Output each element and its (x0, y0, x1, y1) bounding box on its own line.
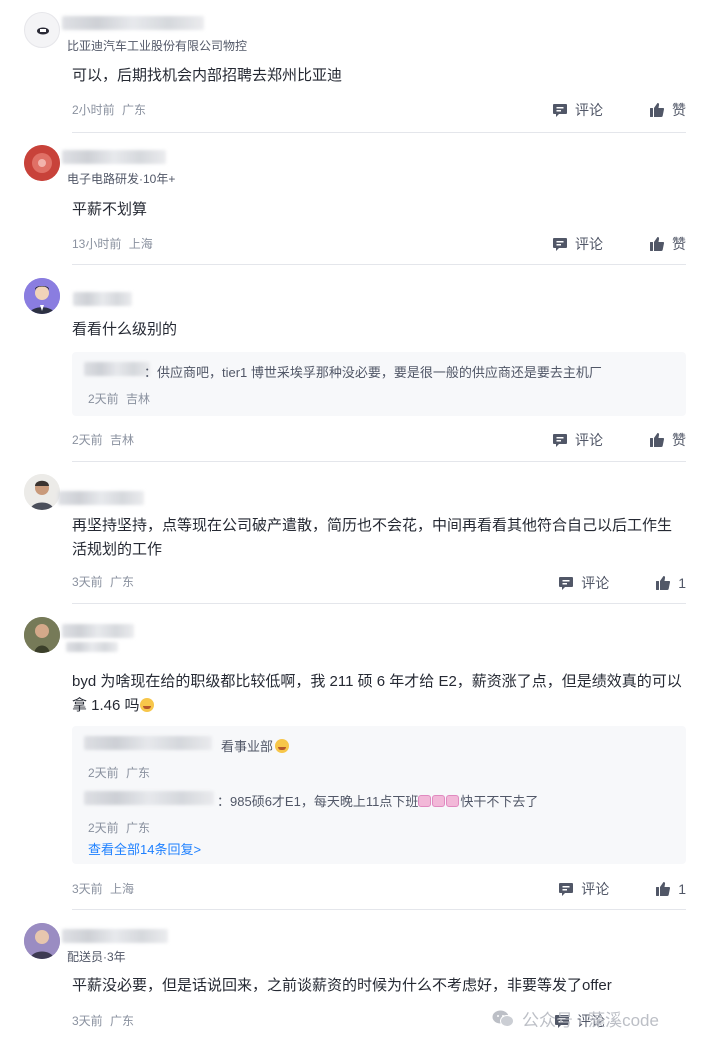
comment-meta: 3天前 上海 (72, 880, 134, 897)
emoji-icon (275, 739, 290, 753)
comment-actions: 评论 赞 (552, 100, 686, 120)
thumb-up-icon (656, 882, 671, 897)
divider (72, 909, 686, 910)
reply-text: ：985硕6才E1，每天晚上11点下班 快干不下去了 (217, 794, 539, 809)
comment-time: 3天前 (72, 575, 103, 589)
reply-username-blurred[interactable] (84, 791, 214, 805)
like-button[interactable]: 1 (655, 575, 686, 591)
divider (72, 603, 686, 604)
reply-text: ：供应商吧，tier1 博世采埃孚那种没必要，要是很一般的供应商还是要去主机厂 (144, 365, 602, 380)
comment-icon (553, 104, 567, 117)
divider (72, 264, 686, 265)
comment-meta: 2天前 吉林 (72, 431, 134, 448)
emoji-icon (446, 795, 460, 807)
user-tagline: 配送员·3年 (67, 950, 126, 964)
comment-text: 看看什么级别的 (72, 321, 178, 338)
comment-location: 广东 (122, 103, 147, 117)
thumb-up-icon (650, 433, 665, 448)
comment-location: 上海 (110, 882, 135, 896)
reply-button[interactable]: 评论 (552, 430, 603, 450)
comment-meta: 13小时前 上海 (72, 235, 153, 252)
watermark: 公众号 · 藻溪code (492, 1006, 659, 1031)
comment-time: 13小时前 (72, 237, 122, 251)
comment-meta: 3天前 广东 (72, 1012, 134, 1029)
comment-actions: 评论 赞 (552, 234, 686, 254)
emoji-icon (139, 698, 154, 712)
comment-location: 上海 (128, 237, 153, 251)
comment-time: 2天前 (72, 433, 103, 447)
reply-meta: 2天前 吉林 (88, 392, 151, 406)
reply-username-blurred[interactable] (84, 362, 150, 376)
avatar[interactable] (24, 278, 60, 314)
like-button[interactable]: 1 (655, 881, 686, 897)
reply-meta: 2天前 广东 (88, 766, 151, 780)
like-button[interactable]: 赞 (649, 234, 686, 254)
comment-actions: 评论 1 (558, 573, 686, 593)
like-count: 1 (678, 575, 686, 591)
comment-text: 平薪没必要，但是话说回来，之前谈薪资的时候为什么不考虑好，非要等发了offer (72, 977, 612, 994)
thumb-up-icon (650, 237, 665, 252)
avatar[interactable] (24, 617, 60, 653)
comment-location: 吉林 (110, 433, 135, 447)
reply-box: 看事业部 2天前 广东 ：985硕6才E1，每天晚上11点下班 快干不下去了 2天… (72, 726, 686, 864)
comment-time: 3天前 (72, 882, 103, 896)
comment-text: byd 为啥现在给的职级都比较低啊，我 211 硕 6 年才给 E2，薪资涨了点… (72, 673, 682, 714)
comment-meta: 2小时前 广东 (72, 101, 146, 118)
user-tagline: 比亚迪汽车工业股份有限公司物控 (67, 39, 248, 53)
comment-time: 2小时前 (72, 103, 115, 117)
comment-text: 可以，后期找机会内部招聘去郑州比亚迪 (72, 67, 343, 84)
username-blurred[interactable] (62, 929, 168, 943)
reply-button[interactable]: 评论 (552, 234, 603, 254)
reply-button[interactable]: 评论 (552, 100, 603, 120)
user-tagline-blurred (66, 642, 118, 652)
comment-text: 平薪不划算 (72, 201, 148, 218)
avatar[interactable] (24, 474, 60, 510)
thumb-up-icon (656, 576, 671, 591)
comment-text: 再坚持坚持，点等现在公司破产遣散，简历也不会花，中间再看看其他符合自己以后工作生… (72, 517, 673, 558)
like-button[interactable]: 赞 (649, 100, 686, 120)
view-all-replies-link[interactable]: 查看全部14条回复> (88, 839, 201, 858)
username-blurred[interactable] (58, 491, 144, 505)
reply-text: 看事业部 (221, 736, 290, 755)
comment-location: 广东 (110, 575, 135, 589)
emoji-icon (432, 795, 446, 807)
like-count: 1 (678, 881, 686, 897)
comment-icon (559, 577, 574, 590)
avatar[interactable] (24, 145, 60, 181)
reply-username-blurred[interactable] (84, 736, 212, 750)
username-blurred[interactable] (62, 16, 204, 30)
username-blurred[interactable] (73, 292, 132, 306)
user-tagline: 电子电路研发·10年+ (67, 172, 176, 186)
like-button[interactable]: 赞 (649, 430, 686, 450)
comment-icon (553, 238, 567, 251)
username-blurred[interactable] (62, 150, 166, 164)
avatar[interactable] (24, 12, 60, 48)
comment-location: 广东 (110, 1014, 135, 1028)
comment-icon (559, 883, 574, 896)
comment-time: 3天前 (72, 1014, 103, 1028)
comment-meta: 3天前 广东 (72, 573, 134, 590)
comment-actions: 评论 1 (558, 879, 686, 899)
divider (72, 132, 686, 133)
comment-actions: 评论 赞 (552, 430, 686, 450)
reply-meta: 2天前 广东 (88, 821, 151, 835)
emoji-icon (418, 795, 432, 807)
divider (72, 461, 686, 462)
reply-box: ：供应商吧，tier1 博世采埃孚那种没必要，要是很一般的供应商还是要去主机厂 … (72, 352, 686, 416)
reply-button[interactable]: 评论 (558, 879, 609, 899)
thumb-up-icon (650, 103, 665, 118)
comment-icon (553, 434, 567, 447)
username-blurred[interactable] (62, 624, 134, 638)
reply-button[interactable]: 评论 (558, 573, 609, 593)
avatar[interactable] (24, 923, 60, 959)
wechat-icon (492, 1010, 514, 1027)
